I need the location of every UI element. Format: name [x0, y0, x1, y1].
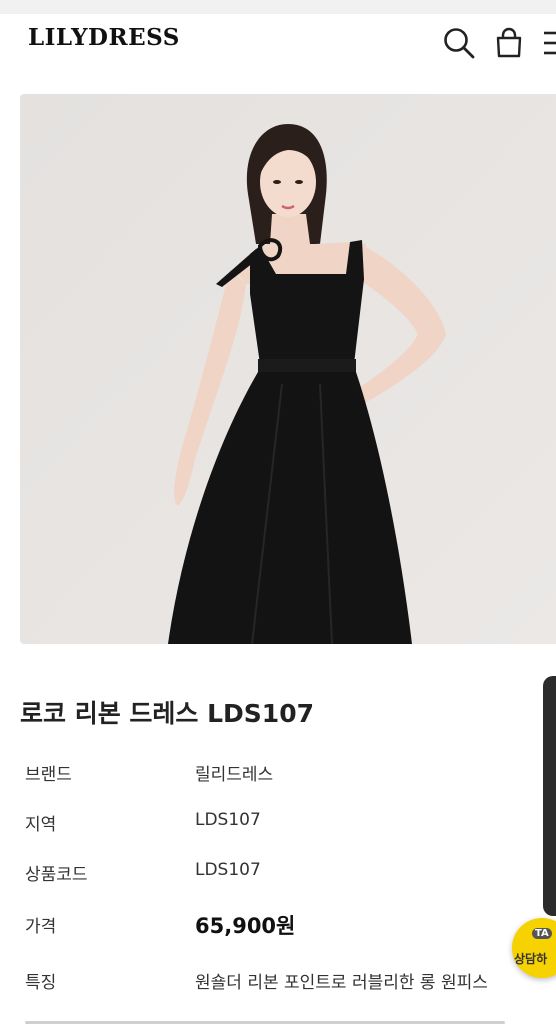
info-label: 지역 [25, 815, 57, 835]
product-title: 로코 리본 드레스 LDS107 [20, 699, 314, 728]
info-row-region: 지역 LDS107 [25, 810, 545, 840]
info-row-feature: 특징 원숄더 리본 포인트로 러블리한 롱 원피스 [25, 968, 545, 998]
cart-button[interactable] [494, 26, 524, 64]
menu-button[interactable] [540, 26, 556, 64]
cut-off-row [25, 1016, 525, 1024]
info-row-price: 가격 65,900원 [25, 912, 545, 942]
search-icon [444, 28, 475, 59]
search-button[interactable] [442, 26, 476, 64]
info-row-brand: 브랜드 릴리드레스 [25, 760, 545, 790]
model-black-dress-photo [20, 94, 556, 644]
brand-logo[interactable]: LILYDRESS [28, 24, 180, 51]
price-value: 65,900원 [195, 914, 296, 938]
menu-icon [544, 31, 556, 55]
info-value: 릴리드레스 [195, 765, 274, 785]
info-label: 상품코드 [25, 865, 88, 885]
info-label: 가격 [25, 917, 57, 937]
shopping-bag-icon [496, 27, 522, 58]
info-value: 원숄더 리본 포인트로 러블리한 롱 원피스 [195, 973, 488, 993]
side-drawer-tab[interactable] [543, 676, 556, 916]
chat-label: 상담하 [514, 952, 548, 966]
top-header: LILYDRESS [0, 0, 556, 80]
info-label: 특징 [25, 973, 57, 993]
info-row-product-code: 상품코드 LDS107 [25, 860, 545, 890]
chat-badge: TA [532, 928, 552, 939]
product-image[interactable] [20, 94, 556, 644]
info-value: LDS107 [195, 860, 261, 880]
info-value: LDS107 [195, 810, 261, 830]
info-label: 브랜드 [25, 765, 72, 785]
